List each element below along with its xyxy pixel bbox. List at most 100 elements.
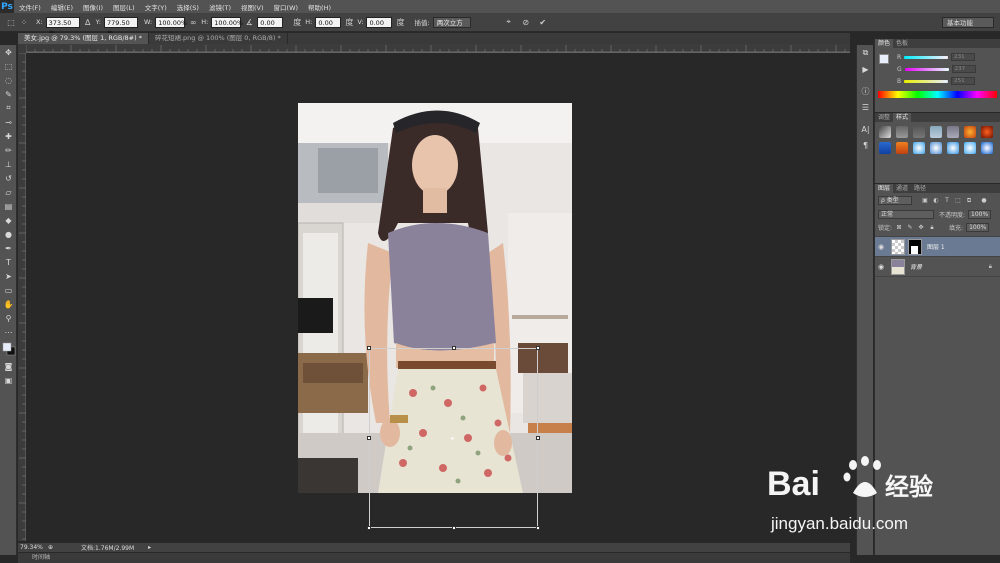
menu-window[interactable]: 窗口(W) (269, 2, 304, 12)
filter-type-icon[interactable]: T (943, 197, 951, 205)
menu-view[interactable]: 视图(V) (236, 2, 269, 12)
reference-point-icon[interactable]: ⁘ (19, 17, 29, 27)
quick-mask-icon[interactable]: ◙ (0, 359, 17, 373)
g-value-field[interactable]: 237 (951, 65, 976, 73)
style-swatch[interactable] (930, 126, 942, 138)
transform-handle-bl[interactable] (367, 526, 371, 530)
warp-mode-icon[interactable]: ⌖ (504, 17, 514, 27)
menu-select[interactable]: 选择(S) (172, 2, 204, 12)
tab-adjustments[interactable]: 调整 (875, 113, 893, 122)
height-scale-field[interactable]: 100.00% (211, 16, 243, 28)
filter-toggle-icon[interactable]: ● (980, 197, 988, 205)
visibility-eye-icon[interactable]: ◉ (875, 263, 887, 271)
transform-handle-ml[interactable] (367, 436, 371, 440)
timeline-panel-tab[interactable]: 时间轴 (18, 553, 850, 563)
x-position-field[interactable]: 373.50 像 (45, 16, 80, 38)
filter-adjustment-icon[interactable]: ◐ (932, 197, 940, 205)
rotate-angle-field[interactable]: 0.00 (257, 16, 284, 28)
r-value-field[interactable]: 231 (951, 53, 976, 61)
tab-channels[interactable]: 通道 (893, 184, 911, 193)
style-swatch[interactable] (913, 126, 925, 138)
style-swatch[interactable] (913, 142, 925, 154)
properties-panel-icon[interactable]: ☰ (857, 99, 874, 115)
hskew-field[interactable]: 0.00 (315, 16, 342, 28)
layer-name[interactable]: 图层 1 (927, 242, 945, 251)
brush-tool-icon[interactable]: ✏ (0, 143, 17, 157)
blur-tool-icon[interactable]: ◆ (0, 213, 17, 227)
color-swatches-icon[interactable] (0, 339, 17, 359)
layer-row[interactable]: ◉ 背景 🔒︎ (875, 257, 1000, 277)
layer-filter-select[interactable]: ρ 类型 (878, 196, 912, 205)
tool-preset-icon[interactable]: ⬚ (6, 17, 16, 27)
foreground-color-swatch[interactable] (879, 54, 889, 64)
menu-filter[interactable]: 滤镜(T) (204, 2, 236, 12)
transform-bounding-box[interactable]: ⌖ (367, 346, 540, 530)
lock-all-icon[interactable]: 🔒︎ (928, 224, 936, 232)
history-panel-icon[interactable]: ⧉ (857, 45, 874, 61)
link-icon[interactable]: ∞ (188, 17, 198, 27)
screen-mode-icon[interactable]: ▣ (0, 373, 17, 387)
paragraph-panel-icon[interactable]: ¶ (857, 137, 874, 153)
tab-document-1[interactable]: 美女.jpg @ 79.3% (图层 1, RGB/8#) * (18, 33, 149, 44)
color-spectrum-bar[interactable] (878, 91, 997, 98)
healing-brush-tool-icon[interactable]: ✚ (0, 129, 17, 143)
quick-select-tool-icon[interactable]: ✎ (0, 87, 17, 101)
style-swatch[interactable] (981, 126, 993, 138)
transform-handle-mr[interactable] (536, 436, 540, 440)
gradient-tool-icon[interactable]: ▤ (0, 199, 17, 213)
zoom-level[interactable]: 79.34% (18, 544, 44, 551)
y-position-field[interactable]: 779.50 像 (103, 16, 138, 38)
menu-type[interactable]: 文字(Y) (140, 2, 172, 12)
width-scale-field[interactable]: 100.00% (155, 16, 187, 28)
dodge-tool-icon[interactable]: ● (0, 227, 17, 241)
commit-transform-icon[interactable]: ✔ (538, 17, 548, 27)
zoom-tool-icon[interactable]: ⚲ (0, 311, 17, 325)
b-slider[interactable] (904, 79, 949, 83)
eraser-tool-icon[interactable]: ▱ (0, 185, 17, 199)
tab-layers[interactable]: 图层 (875, 184, 894, 193)
actions-panel-icon[interactable]: ▶ (857, 61, 874, 77)
style-swatch[interactable] (879, 126, 891, 138)
tab-styles[interactable]: 样式 (893, 113, 912, 122)
layer-name[interactable]: 背景 (910, 262, 922, 271)
lock-transparent-icon[interactable]: ⊠ (895, 224, 903, 232)
layer-row[interactable]: ◉ 图层 1 (875, 237, 1000, 257)
style-swatch[interactable] (896, 126, 908, 138)
style-swatch[interactable] (981, 142, 993, 154)
visibility-eye-icon[interactable]: ◉ (875, 243, 887, 251)
pen-tool-icon[interactable]: ✒ (0, 241, 17, 255)
more-tools-icon[interactable]: ⋯ (0, 325, 17, 339)
relative-position-icon[interactable]: ∆ (83, 17, 93, 27)
filter-shape-icon[interactable]: ⬚ (954, 197, 962, 205)
transform-handle-br[interactable] (536, 526, 540, 530)
transform-handle-tr[interactable] (536, 346, 540, 350)
clone-stamp-tool-icon[interactable]: ⊥ (0, 157, 17, 171)
g-slider[interactable] (904, 67, 949, 71)
info-panel-icon[interactable]: ⓘ (857, 83, 874, 99)
style-swatch[interactable] (947, 142, 959, 154)
status-menu-arrow-icon[interactable]: ▸ (148, 544, 151, 551)
b-value-field[interactable]: 251 (951, 77, 976, 85)
type-tool-icon[interactable]: T (0, 255, 17, 269)
menu-image[interactable]: 图像(I) (78, 2, 108, 12)
fill-field[interactable]: 100% (966, 223, 990, 232)
opacity-field[interactable]: 100% (968, 210, 992, 219)
style-swatch[interactable] (896, 142, 908, 154)
style-swatch[interactable] (930, 142, 942, 154)
crop-tool-icon[interactable]: ⌗ (0, 101, 17, 115)
menu-file[interactable]: 文件(F) (14, 2, 46, 12)
tab-swatches[interactable]: 色板 (893, 39, 911, 48)
layer-mask-thumbnail[interactable] (908, 238, 922, 255)
interpolation-select[interactable]: 两次立方 (432, 16, 471, 28)
filter-pixel-icon[interactable]: ▣ (921, 197, 929, 205)
lock-position-icon[interactable]: ✥ (917, 224, 925, 232)
lasso-tool-icon[interactable]: ◌ (0, 73, 17, 87)
shape-tool-icon[interactable]: ▭ (0, 283, 17, 297)
path-select-tool-icon[interactable]: ➤ (0, 269, 17, 283)
tab-color[interactable]: 颜色 (875, 39, 894, 48)
tab-document-2[interactable]: 碎花短裙.png @ 100% (图层 0, RGB/8) * (149, 33, 288, 44)
eyedropper-tool-icon[interactable]: ⊸ (0, 115, 17, 129)
lock-image-icon[interactable]: ✎ (906, 224, 914, 232)
hand-tool-icon[interactable]: ✋ (0, 297, 17, 311)
menu-help[interactable]: 帮助(H) (303, 2, 336, 12)
